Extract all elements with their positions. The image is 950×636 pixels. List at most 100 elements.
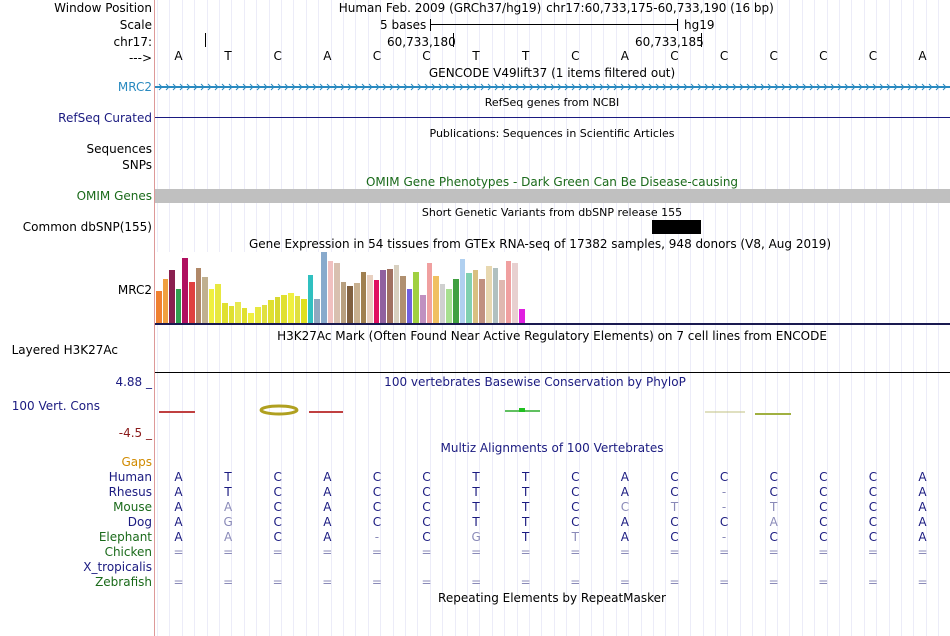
alignment-base: C [819, 530, 828, 544]
gtex-tissue-bar[interactable] [413, 272, 419, 323]
gtex-tissue-bar[interactable] [367, 275, 373, 323]
gtex-tissue-bar[interactable] [479, 279, 485, 323]
gtex-tissue-bar[interactable] [505, 261, 512, 323]
gtex-tissue-bar[interactable] [486, 266, 492, 323]
gtex-tissue-bar[interactable] [235, 302, 241, 323]
species-label[interactable]: Chicken [105, 545, 152, 559]
alignment-base: = [669, 545, 680, 559]
omim-gene-bar[interactable] [155, 189, 950, 203]
gtex-tissue-bar[interactable] [453, 279, 459, 323]
gtex-tissue-bar[interactable] [420, 295, 426, 323]
gtex-tissue-bar[interactable] [281, 295, 287, 323]
snps-track-label[interactable]: SNPs [122, 158, 152, 172]
gtex-tissue-bar[interactable] [426, 263, 433, 323]
gtex-tissue-bar[interactable] [433, 276, 439, 323]
phylop-signal[interactable] [155, 398, 950, 422]
gtex-tissue-bar[interactable] [195, 268, 202, 323]
track-image[interactable]: Human Feb. 2009 (GRCh37/hg19) chr17:60,7… [155, 0, 950, 636]
alignment-base: C [819, 515, 828, 529]
species-label[interactable]: Mouse [113, 500, 152, 514]
species-label[interactable]: Zebrafish [95, 575, 152, 589]
alignment-base: = [867, 545, 878, 559]
gtex-tissue-bar[interactable] [459, 259, 466, 323]
alignment-base: = [173, 545, 184, 559]
gtex-tissue-bar[interactable] [519, 309, 525, 323]
alignment-base: C [769, 470, 778, 484]
species-label[interactable]: Rhesus [109, 485, 152, 499]
alignment-base: C [769, 485, 778, 499]
alignment-base: = [570, 545, 581, 559]
gtex-tissue-bar[interactable] [512, 263, 518, 323]
gtex-tissue-bar[interactable] [307, 275, 314, 323]
gtex-tissue-bar[interactable] [446, 289, 452, 323]
gtex-tissue-bar[interactable] [380, 270, 386, 323]
gtex-tissue-bar[interactable] [466, 273, 472, 323]
gtex-tissue-bar[interactable] [222, 303, 228, 323]
base-letter: C [273, 49, 282, 63]
gtex-tissue-bar[interactable] [175, 289, 182, 323]
gtex-tissue-bar[interactable] [387, 269, 393, 323]
gtex-tissue-bar[interactable] [499, 280, 505, 323]
gtex-tissue-bar[interactable] [327, 261, 334, 323]
gtex-tissue-bar[interactable] [472, 270, 479, 323]
species-label[interactable]: Dog [128, 515, 152, 529]
omim-track-label[interactable]: OMIM Genes [77, 189, 152, 203]
gtex-tissue-bar[interactable] [182, 258, 188, 323]
gtex-tissue-bar[interactable] [406, 289, 413, 323]
gtex-tissue-bar[interactable] [248, 313, 254, 323]
conservation-track-label[interactable]: 100 Vert. Cons [12, 399, 100, 413]
gtex-tissue-bar[interactable] [439, 284, 446, 323]
gtex-tissue-bar[interactable] [334, 263, 340, 323]
gtex-tissue-bar[interactable] [169, 270, 175, 323]
gtex-tissue-bar[interactable] [241, 308, 248, 323]
gtex-tissue-bar[interactable] [162, 279, 169, 323]
snp-variant-box[interactable] [652, 220, 701, 234]
gtex-tissue-bar[interactable] [215, 284, 221, 323]
species-label[interactable]: X_tropicalis [83, 560, 152, 574]
mrc2-gene-model[interactable] [155, 80, 950, 94]
gtex-tissue-bar[interactable] [314, 299, 320, 323]
gtex-tissue-bar[interactable] [208, 289, 215, 323]
gtex-tissue-bar[interactable] [294, 296, 301, 323]
gtex-tissue-bar[interactable] [347, 286, 353, 323]
alignment-base: = [223, 575, 234, 589]
gtex-tissue-bar[interactable] [354, 283, 360, 323]
gtex-tissue-bar[interactable] [373, 280, 380, 323]
gtex-tissue-bar[interactable] [360, 272, 367, 323]
window-position-label: Window Position [54, 1, 152, 15]
alignment-base: A [918, 470, 927, 484]
alignment-base: = [867, 575, 878, 589]
gtex-tissue-bar[interactable] [393, 265, 400, 323]
refseq-gene-line[interactable] [155, 117, 950, 118]
alignment-base: = [719, 575, 730, 589]
gtex-tissue-bar[interactable] [228, 306, 235, 323]
gtex-tissue-bar[interactable] [400, 276, 406, 323]
gtex-bar-chart[interactable] [155, 252, 535, 323]
gencode-track-label[interactable]: MRC2 [118, 80, 152, 94]
species-label[interactable]: Elephant [99, 530, 152, 544]
gtex-tissue-bar[interactable] [202, 277, 208, 323]
alignment-base: A [620, 485, 629, 499]
gtex-tissue-bar[interactable] [321, 252, 327, 323]
gtex-tissue-bar[interactable] [301, 299, 307, 323]
alignment-base: = [223, 545, 234, 559]
alignment-base: = [173, 575, 184, 589]
gtex-tissue-bar[interactable] [492, 268, 499, 323]
gtex-tissue-bar[interactable] [261, 305, 268, 323]
alignment-base: C [868, 485, 878, 499]
h3k27ac-track-label[interactable]: Layered H3K27Ac [12, 343, 118, 357]
dbsnp-track-label[interactable]: Common dbSNP(155) [23, 220, 152, 234]
gtex-tissue-bar[interactable] [268, 300, 274, 323]
refseq-track-label[interactable]: RefSeq Curated [58, 111, 152, 125]
species-label[interactable]: Human [109, 470, 152, 484]
gtex-tissue-bar[interactable] [340, 282, 347, 323]
gtex-tissue-bar[interactable] [274, 297, 281, 323]
sequences-track-label[interactable]: Sequences [87, 142, 152, 156]
gtex-track-label[interactable]: MRC2 [118, 283, 152, 297]
alignment-base: T [472, 500, 480, 514]
gtex-tissue-bar[interactable] [156, 291, 162, 323]
alignment-base: C [670, 530, 679, 544]
gtex-tissue-bar[interactable] [255, 307, 261, 323]
gtex-tissue-bar[interactable] [189, 282, 195, 323]
gtex-tissue-bar[interactable] [288, 293, 294, 323]
